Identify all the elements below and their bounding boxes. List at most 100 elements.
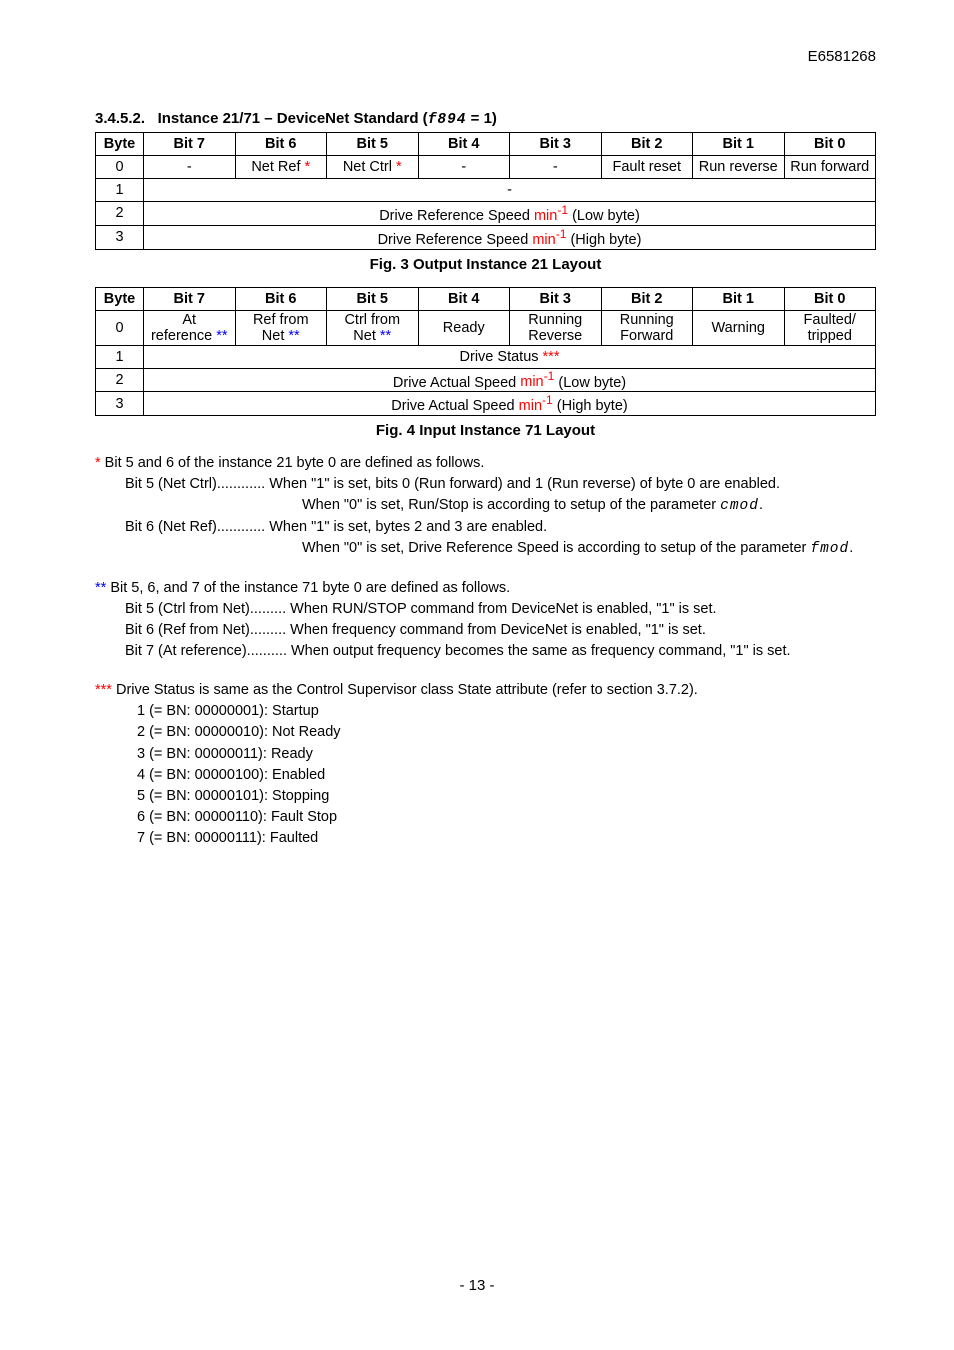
text: Bit 6 (Net Ref)............ xyxy=(125,519,265,535)
table-row: 2 Drive Actual Speed min-1 (Low byte) xyxy=(96,368,876,392)
td-text: Net Ref xyxy=(251,159,300,175)
fig3-caption: Fig. 3 Output Instance 21 Layout xyxy=(95,256,876,273)
td: RunningReverse xyxy=(510,310,602,345)
fig4-caption: Fig. 4 Input Instance 71 Layout xyxy=(95,422,876,439)
td: Ref fromNet ** xyxy=(235,310,327,345)
table-row: 2 Drive Reference Speed min-1 (Low byte) xyxy=(96,202,876,226)
text: Drive Status is same as the Control Supe… xyxy=(112,682,698,698)
text: Bit 6 (Ref from Net)......... When frequ… xyxy=(95,620,876,641)
text: Bit 5, 6, and 7 of the instance 71 byte … xyxy=(106,580,510,596)
th-bit4: Bit 4 xyxy=(418,133,510,156)
td: Net Ctrl * xyxy=(327,156,419,179)
text: When "1" is set, bytes 2 and 3 are enabl… xyxy=(265,519,547,535)
span: min xyxy=(519,398,542,414)
text: When "0" is set, Drive Reference Speed i… xyxy=(302,540,810,556)
td: 3 xyxy=(96,392,144,416)
star: *** xyxy=(95,682,112,698)
span: Faulted/ xyxy=(804,312,856,328)
span: Running xyxy=(620,312,674,328)
page-number: - 13 - xyxy=(0,1277,954,1294)
unit: min-1 xyxy=(520,374,554,390)
td: - xyxy=(418,156,510,179)
span: Drive Actual Speed xyxy=(391,398,518,414)
list-item: 4 (= BN: 00000100): Enabled xyxy=(137,765,876,786)
td: Run forward xyxy=(784,156,876,179)
section-title-3452: 3.4.5.2. Instance 21/71 – DeviceNet Stan… xyxy=(95,110,876,128)
td: Drive Reference Speed min-1 (High byte) xyxy=(144,225,876,249)
td: Atreference ** xyxy=(144,310,236,345)
list-item: 5 (= BN: 00000101): Stopping xyxy=(137,786,876,807)
text: Bit 5 (Net Ctrl)............ xyxy=(125,476,265,492)
span: (Low byte) xyxy=(568,208,640,224)
span: (High byte) xyxy=(566,232,641,248)
star: ** xyxy=(95,580,106,596)
table-row: 0 - Net Ref * Net Ctrl * - - Fault reset… xyxy=(96,156,876,179)
td-star: * xyxy=(392,159,402,175)
table-row: 0 Atreference ** Ref fromNet ** Ctrl fro… xyxy=(96,310,876,345)
td-star: * xyxy=(301,159,311,175)
span: Net xyxy=(262,328,289,344)
td: Drive Actual Speed min-1 (Low byte) xyxy=(144,368,876,392)
span: *** xyxy=(543,349,560,365)
header-id: E6581268 xyxy=(808,48,876,65)
sup: -1 xyxy=(557,203,568,217)
th-bit0: Bit 0 xyxy=(784,287,876,310)
table-row: Byte Bit 7 Bit 6 Bit 5 Bit 4 Bit 3 Bit 2… xyxy=(96,287,876,310)
td: Faulted/tripped xyxy=(784,310,876,345)
td: - xyxy=(144,156,236,179)
span: Drive Actual Speed xyxy=(393,374,520,390)
td: 1 xyxy=(96,345,144,368)
td: 3 xyxy=(96,225,144,249)
text: Bit 5 and 6 of the instance 21 byte 0 ar… xyxy=(101,455,485,471)
span: ** xyxy=(216,328,227,344)
span: Reverse xyxy=(528,328,582,344)
td: Drive Reference Speed min-1 (Low byte) xyxy=(144,202,876,226)
th-bit6: Bit 6 xyxy=(235,133,327,156)
th-bit1: Bit 1 xyxy=(693,287,785,310)
th-byte: Byte xyxy=(96,133,144,156)
text: . xyxy=(849,540,853,556)
td: 0 xyxy=(96,310,144,345)
span: Ctrl from xyxy=(344,312,400,328)
table-row: 1 - xyxy=(96,179,876,202)
td: Drive Status *** xyxy=(144,345,876,368)
td: Ctrl fromNet ** xyxy=(327,310,419,345)
span: tripped xyxy=(808,328,852,344)
td: Warning xyxy=(693,310,785,345)
th-byte: Byte xyxy=(96,287,144,310)
span: ** xyxy=(288,328,299,344)
sup: -1 xyxy=(556,227,567,241)
td: Ready xyxy=(418,310,510,345)
list-item: 6 (= BN: 00000110): Fault Stop xyxy=(137,807,876,828)
th-bit7: Bit 7 xyxy=(144,287,236,310)
unit: min-1 xyxy=(534,208,568,224)
sup: -1 xyxy=(544,370,555,384)
table-row: Byte Bit 7 Bit 6 Bit 5 Bit 4 Bit 3 Bit 2… xyxy=(96,133,876,156)
notes-block-3: *** Drive Status is same as the Control … xyxy=(95,680,876,848)
th-bit1: Bit 1 xyxy=(693,133,785,156)
td: Fault reset xyxy=(601,156,693,179)
status-list: 1 (= BN: 00000001): Startup 2 (= BN: 000… xyxy=(137,701,876,848)
section-glyph: f894 xyxy=(428,112,467,128)
span: ** xyxy=(380,328,391,344)
th-bit3: Bit 3 xyxy=(510,287,602,310)
td: RunningForward xyxy=(601,310,693,345)
table-row: 3 Drive Actual Speed min-1 (High byte) xyxy=(96,392,876,416)
list-item: 2 (= BN: 00000010): Not Ready xyxy=(137,722,876,743)
span: Ref from xyxy=(253,312,309,328)
notes-block-2: ** Bit 5, 6, and 7 of the instance 71 by… xyxy=(95,578,876,662)
th-bit3: Bit 3 xyxy=(510,133,602,156)
td: 1 xyxy=(96,179,144,202)
span: min xyxy=(532,232,555,248)
th-bit4: Bit 4 xyxy=(418,287,510,310)
unit: min-1 xyxy=(519,398,553,414)
th-bit2: Bit 2 xyxy=(601,287,693,310)
section-text: Instance 21/71 – DeviceNet Standard ( xyxy=(158,110,428,127)
span: Drive Status xyxy=(460,349,543,365)
td: - xyxy=(144,179,876,202)
text: When "1" is set, bits 0 (Run forward) an… xyxy=(265,476,780,492)
th-bit2: Bit 2 xyxy=(601,133,693,156)
span: Forward xyxy=(620,328,673,344)
span: reference xyxy=(151,328,216,344)
text: When "0" is set, Run/Stop is according t… xyxy=(302,497,720,513)
